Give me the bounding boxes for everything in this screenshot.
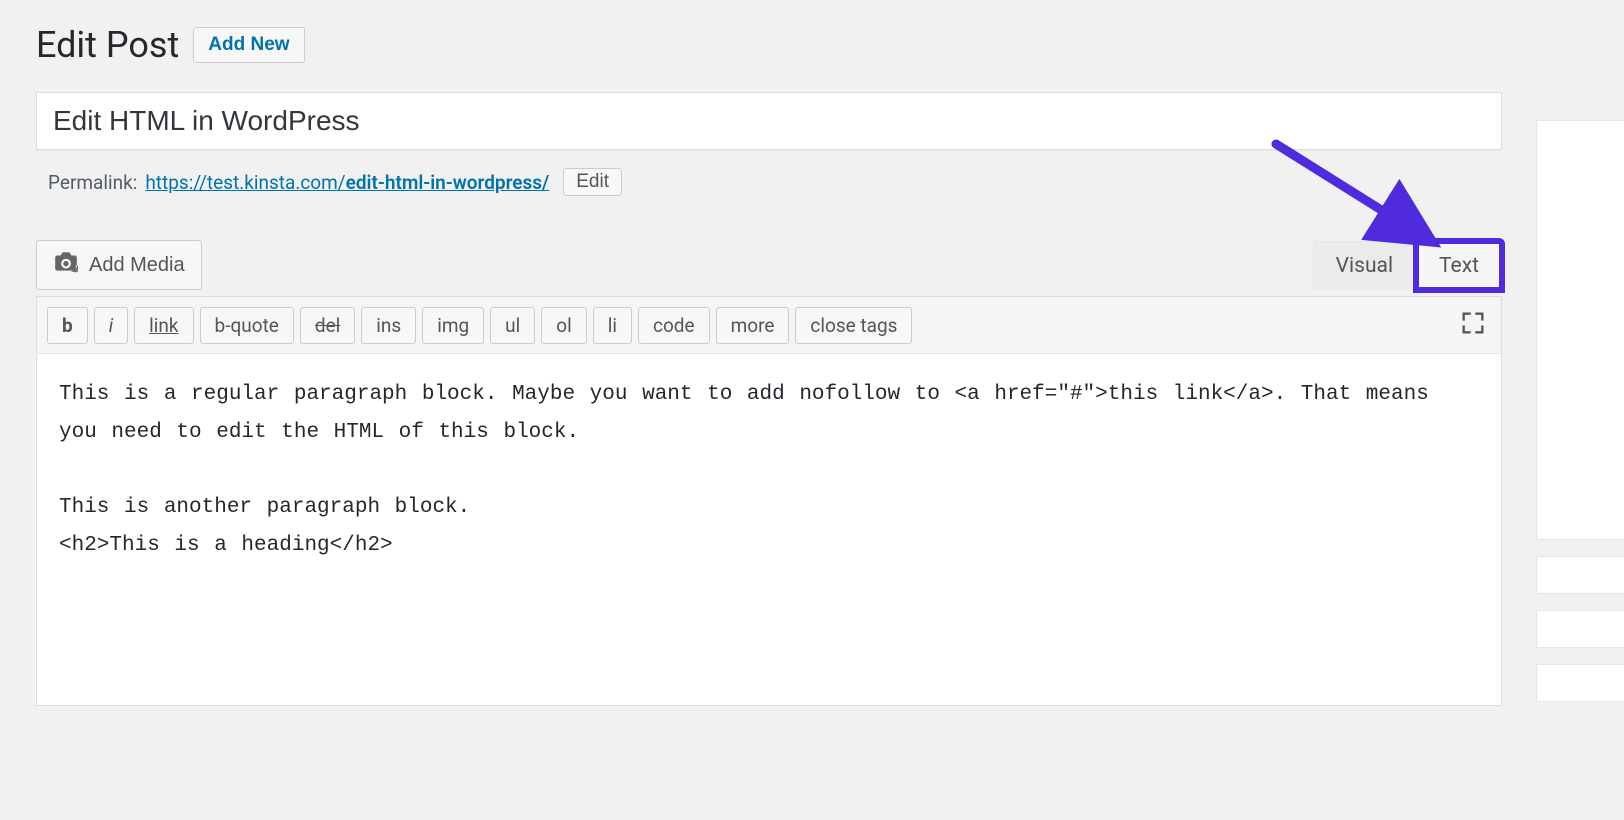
qt-blockquote-button[interactable]: b-quote: [200, 307, 294, 344]
fullscreen-icon[interactable]: [1455, 305, 1491, 345]
permalink-label: Permalink:: [48, 171, 137, 194]
permalink-link[interactable]: https://test.kinsta.com/edit-html-in-wor…: [145, 171, 549, 194]
qt-code-button[interactable]: code: [638, 307, 710, 344]
quicktags-toolbar: b i link b-quote del ins img ul ol li co…: [36, 296, 1502, 354]
page-title: Edit Post: [36, 24, 179, 66]
tab-visual[interactable]: Visual: [1313, 241, 1416, 290]
edit-slug-button[interactable]: Edit: [563, 168, 622, 196]
qt-more-button[interactable]: more: [716, 307, 790, 344]
add-media-label: Add Media: [89, 254, 185, 277]
qt-ul-button[interactable]: ul: [490, 307, 535, 344]
qt-li-button[interactable]: li: [593, 307, 632, 344]
qt-italic-button[interactable]: i: [94, 307, 128, 344]
qt-del-button[interactable]: del: [300, 307, 355, 344]
add-new-button[interactable]: Add New: [193, 27, 304, 64]
qt-link-button[interactable]: link: [134, 307, 193, 344]
qt-ol-button[interactable]: ol: [541, 307, 586, 344]
qt-img-button[interactable]: img: [422, 307, 484, 344]
post-title-input[interactable]: [36, 92, 1502, 150]
qt-bold-button[interactable]: b: [47, 307, 88, 344]
qt-ins-button[interactable]: ins: [361, 307, 416, 344]
permalink-slug: edit-html-in-wordpress/: [346, 171, 550, 194]
qt-closetags-button[interactable]: close tags: [795, 307, 912, 344]
permalink-row: Permalink: https://test.kinsta.com/edit-…: [48, 168, 1502, 196]
add-media-button[interactable]: Add Media: [36, 240, 202, 290]
permalink-base: https://test.kinsta.com/: [145, 171, 345, 194]
tab-text[interactable]: Text: [1416, 241, 1502, 290]
camera-media-icon: [53, 251, 79, 279]
sidebar-meta-boxes: [1536, 120, 1624, 820]
content-textarea[interactable]: This is a regular paragraph block. Maybe…: [36, 354, 1502, 706]
